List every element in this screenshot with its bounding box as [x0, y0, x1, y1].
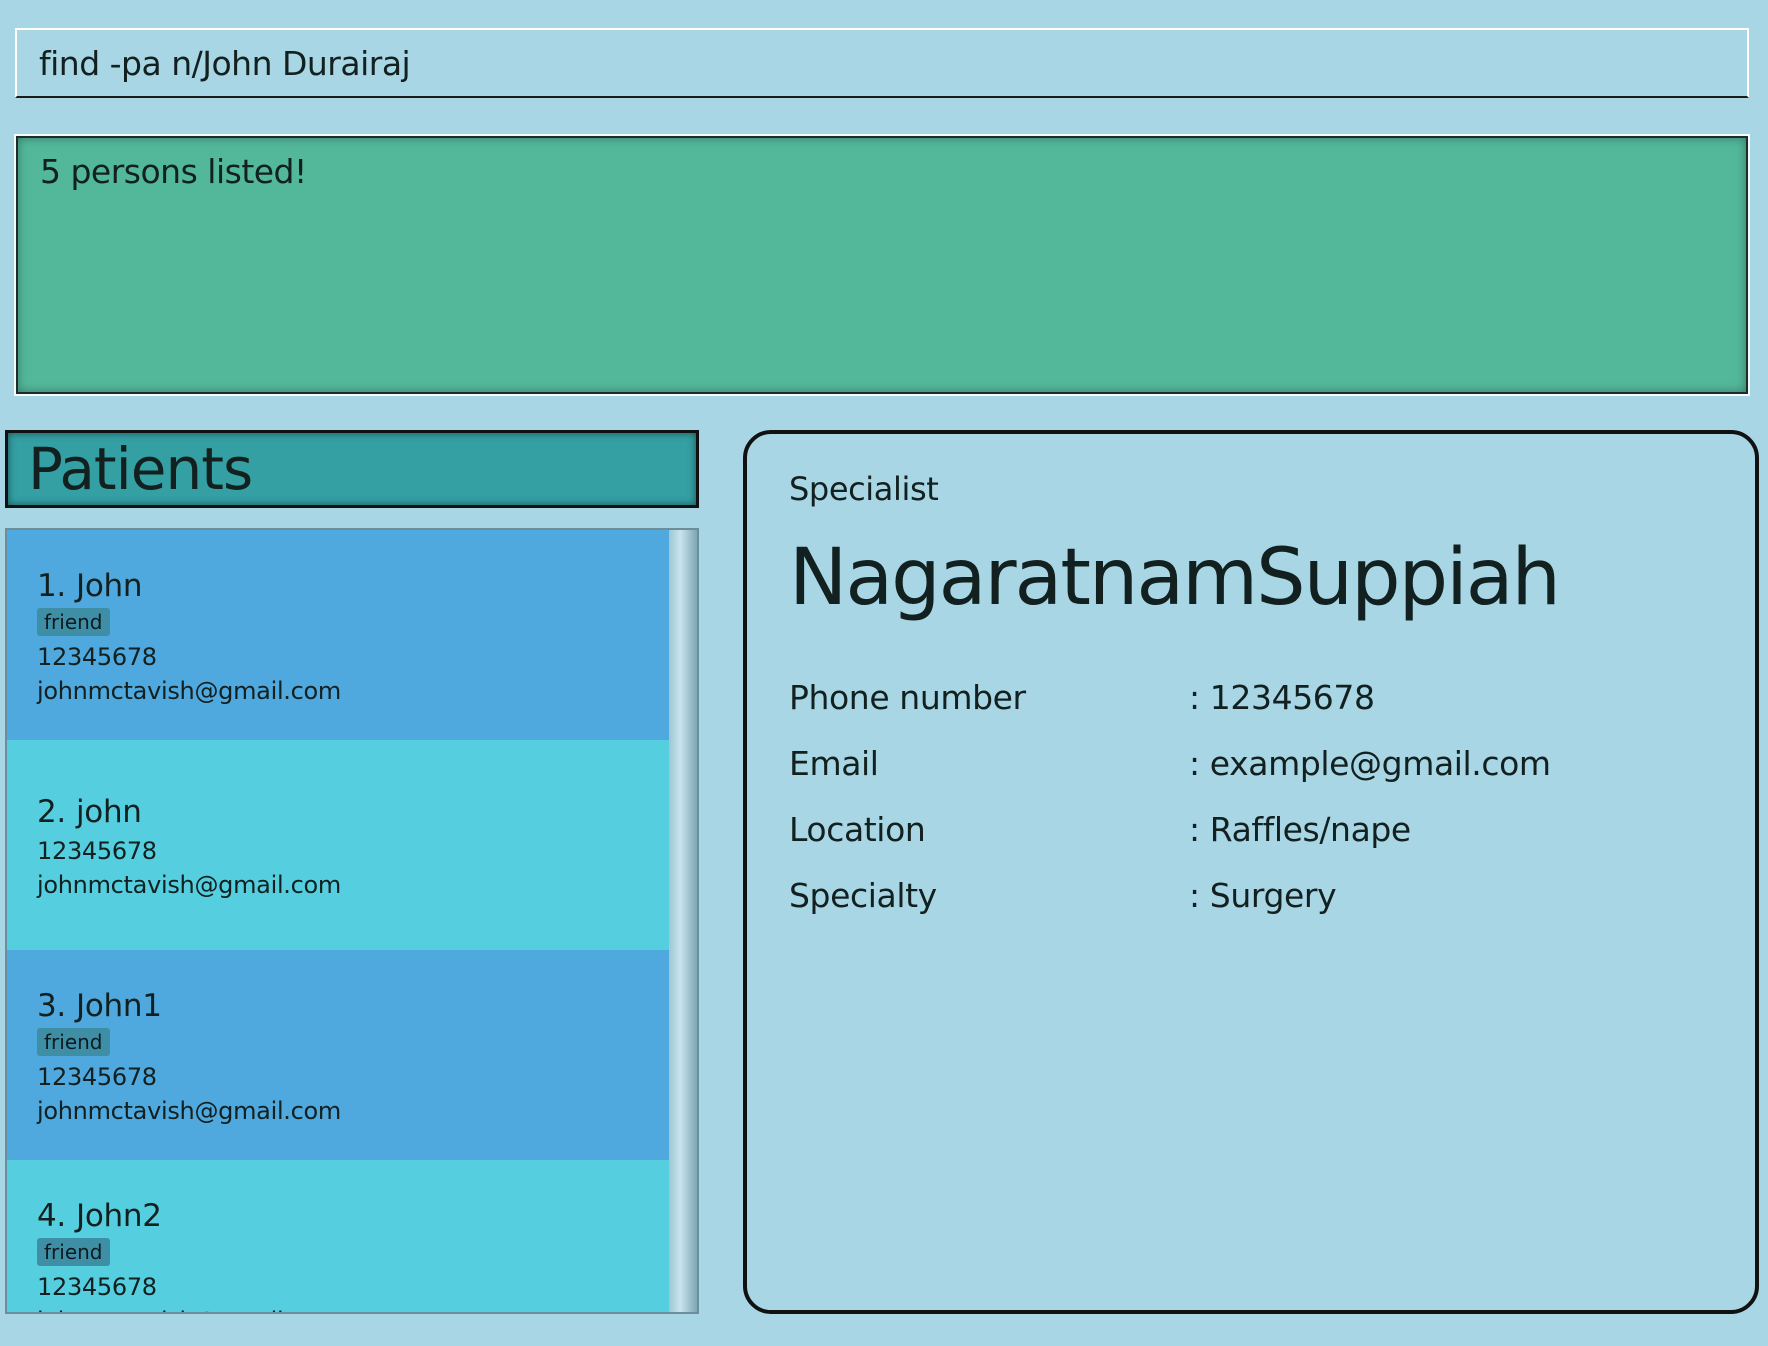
detail-label: Email	[789, 743, 879, 783]
specialist-detail-panel: Specialist NagaratnamSuppiah Phone numbe…	[743, 430, 1759, 1314]
patient-tag: friend	[37, 608, 110, 636]
patient-phone: 12345678	[37, 643, 157, 671]
patient-index: 4.	[37, 1198, 66, 1234]
patient-phone: 12345678	[37, 1273, 157, 1301]
patient-tag: friend	[37, 1238, 110, 1266]
patient-index: 1.	[37, 568, 66, 604]
patient-phone: 12345678	[37, 837, 157, 865]
patient-list[interactable]: 1. John friend 12345678 johnmctavish@gmai…	[5, 528, 699, 1314]
patients-title: Patients	[28, 435, 253, 503]
patient-name: John	[75, 568, 143, 604]
detail-label: Phone number	[789, 677, 1026, 717]
patient-phone: 12345678	[37, 1063, 157, 1091]
detail-name: NagaratnamSuppiah	[789, 533, 1561, 623]
detail-label: Specialty	[789, 875, 937, 915]
detail-value: : Raffles/nape	[1189, 809, 1411, 849]
result-display: 5 persons listed!	[14, 134, 1750, 396]
result-message: 5 persons listed!	[40, 152, 307, 191]
command-text: find -pa n/John Durairaj	[39, 43, 411, 83]
detail-row-phone: Phone number : 12345678	[789, 664, 1755, 730]
patient-name: john	[75, 794, 142, 830]
patient-card-1[interactable]: 1. John friend 12345678 johnmctavish@gmai…	[7, 530, 670, 740]
patient-index: 2.	[37, 794, 66, 830]
detail-row-specialty: Specialty : Surgery	[789, 862, 1755, 928]
patient-email: johnmctavish@gmail.com	[37, 871, 341, 899]
patient-email: johnmctavish@gmail.com	[37, 677, 341, 705]
patient-tag: friend	[37, 1028, 110, 1056]
detail-value: : 12345678	[1189, 677, 1375, 717]
patient-card-2[interactable]: 2. john 12345678 johnmctavish@gmail.com	[7, 740, 670, 950]
detail-row-location: Location : Raffles/nape	[789, 796, 1755, 862]
patient-email: johnmctavish@gmail.com	[37, 1097, 341, 1125]
patient-index: 3.	[37, 988, 66, 1024]
detail-value: : example@gmail.com	[1189, 743, 1551, 783]
patient-name: John1	[75, 988, 162, 1024]
patients-header: Patients	[5, 430, 699, 508]
detail-row-email: Email : example@gmail.com	[789, 730, 1755, 796]
detail-kind: Specialist	[789, 470, 939, 508]
detail-rows: Phone number : 12345678 Email : example@…	[789, 664, 1755, 928]
detail-label: Location	[789, 809, 926, 849]
patient-email: johnmctavish@gmail.com	[37, 1304, 670, 1312]
detail-value: : Surgery	[1189, 875, 1337, 915]
patient-card-4[interactable]: 4.John2 friend 12345678 johnmctavish@gma…	[7, 1160, 670, 1312]
patient-name: John2	[75, 1198, 162, 1234]
patient-card-3[interactable]: 3. John1 friend 12345678 johnmctavish@gma…	[7, 950, 670, 1160]
patient-list-scrollbar[interactable]	[669, 530, 697, 1312]
command-input[interactable]: find -pa n/John Durairaj	[15, 28, 1749, 98]
